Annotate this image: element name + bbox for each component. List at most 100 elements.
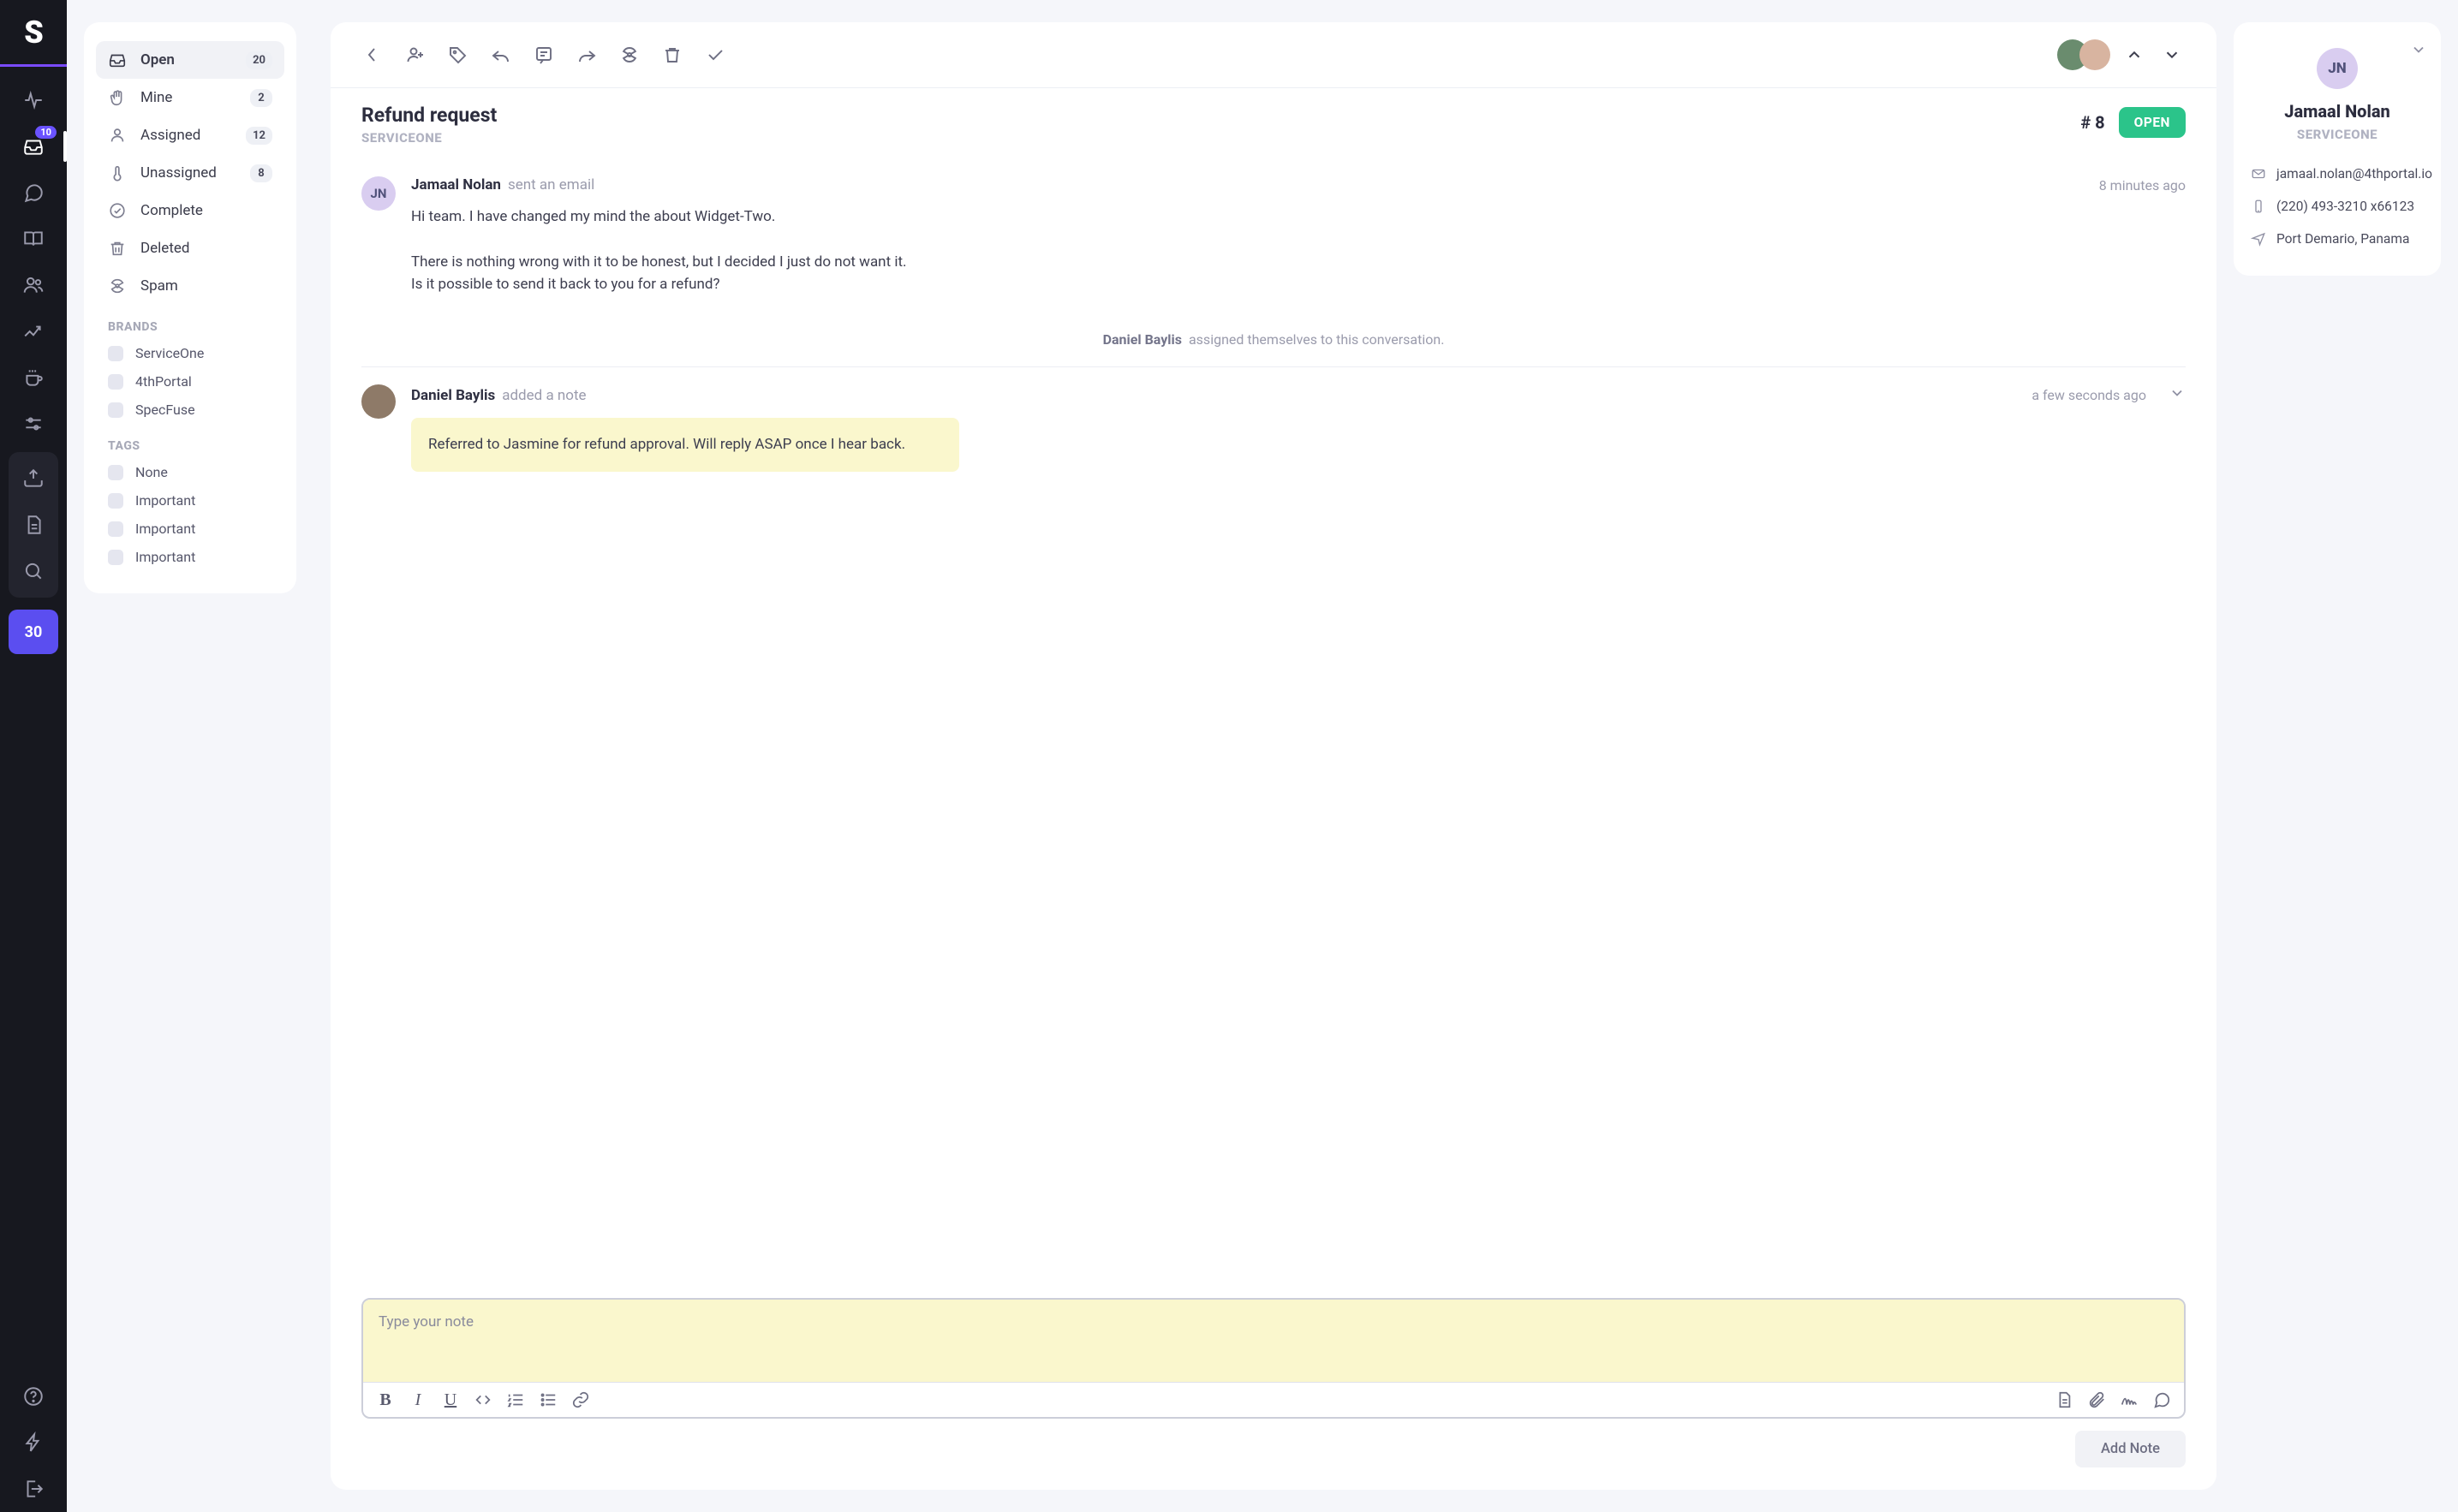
tag-item[interactable]: None [96, 458, 284, 486]
insert-canned-reply-button[interactable] [2151, 1390, 2172, 1410]
code-icon [474, 1390, 492, 1409]
format-bold-button[interactable]: B [375, 1390, 396, 1410]
brand-item[interactable]: ServiceOne [96, 339, 284, 367]
tag-item[interactable]: Important [96, 486, 284, 515]
add-note-button[interactable]: Add Note [2075, 1431, 2186, 1467]
checkbox-icon [108, 465, 123, 480]
checkbox-icon [108, 550, 123, 565]
folder-count: 2 [250, 89, 272, 107]
insert-link-button[interactable] [570, 1390, 591, 1410]
scribble-icon [2120, 1390, 2139, 1409]
forward-button[interactable] [576, 44, 598, 66]
note-button[interactable] [533, 44, 555, 66]
contact-phone-row[interactable]: (220) 493-3210 x66123 [2249, 190, 2425, 223]
avatar: JN [361, 176, 396, 211]
delete-button[interactable] [661, 44, 683, 66]
contacts-icon [22, 274, 45, 296]
folder-spam[interactable]: Spam [96, 267, 284, 305]
rail-flash[interactable] [9, 1420, 58, 1465]
avatar [2079, 39, 2110, 70]
next-conversation-button[interactable] [2158, 41, 2186, 68]
rail-settings[interactable] [9, 402, 58, 446]
folder-unassigned[interactable]: Unassigned 8 [96, 154, 284, 192]
rail-break[interactable] [9, 355, 58, 400]
spam-button[interactable] [618, 44, 641, 66]
rail-group-main: 10 [0, 67, 67, 447]
assignment-event: Daniel Baylis assigned themselves to thi… [361, 313, 2186, 367]
rail-logout[interactable] [9, 1467, 58, 1511]
rail-search[interactable] [9, 549, 58, 593]
brand-item[interactable]: 4thPortal [96, 367, 284, 396]
rail-number-chip[interactable]: 30 [9, 610, 58, 654]
contact-name: Jamaal Nolan [2249, 101, 2425, 122]
rail-chat[interactable] [9, 170, 58, 215]
format-underline-button[interactable]: U [440, 1390, 461, 1410]
trash-icon [662, 45, 683, 65]
brands-header: BRANDS [96, 305, 284, 339]
insert-signature-button[interactable] [2119, 1390, 2139, 1410]
insert-template-button[interactable] [2054, 1390, 2074, 1410]
brand-label: ServiceOne [135, 345, 204, 361]
rail-upload[interactable] [9, 456, 58, 501]
rail-knowledge[interactable] [9, 217, 58, 261]
attach-file-button[interactable] [2086, 1390, 2107, 1410]
inbox-icon [108, 51, 127, 69]
message-action: added a note [502, 387, 586, 404]
folder-complete[interactable]: Complete [96, 192, 284, 229]
contact-email-row[interactable]: jamaal.nolan@4thportal.io [2249, 158, 2425, 190]
format-code-button[interactable] [473, 1390, 493, 1410]
rail-group-footer [0, 1363, 67, 1512]
reply-button[interactable] [490, 44, 512, 66]
rail-reports[interactable] [9, 309, 58, 354]
folder-count: 8 [250, 164, 272, 182]
prev-conversation-button[interactable] [2121, 41, 2148, 68]
folder-open[interactable]: Open 20 [96, 41, 284, 79]
folder-assigned[interactable]: Assigned 12 [96, 116, 284, 154]
complete-button[interactable] [704, 44, 726, 66]
rail-help[interactable] [9, 1374, 58, 1419]
assign-button[interactable] [404, 44, 427, 66]
conversation-column: Refund request SERVICEONE # 8 OPEN JN Ja… [313, 0, 2234, 1512]
contact-avatar: JN [2317, 48, 2358, 89]
folder-deleted[interactable]: Deleted [96, 229, 284, 267]
message-action: sent an email [508, 176, 594, 193]
file-icon [2055, 1390, 2073, 1409]
format-ol-button[interactable] [505, 1390, 526, 1410]
contact-expand-button[interactable] [2410, 41, 2427, 62]
participant-avatars[interactable] [2057, 39, 2110, 70]
help-icon [22, 1385, 45, 1408]
toolbar-left [361, 44, 726, 66]
checkbox-icon [108, 346, 123, 361]
format-ul-button[interactable] [538, 1390, 558, 1410]
check-circle-icon [108, 201, 127, 220]
message-author: Jamaal Nolan [411, 176, 501, 193]
status-badge[interactable]: OPEN [2119, 107, 2186, 138]
expand-note-button[interactable] [2169, 384, 2186, 406]
folder-label: Assigned [140, 127, 232, 144]
contact-location-row[interactable]: Port Demario, Panama [2249, 223, 2425, 255]
back-button[interactable] [361, 44, 384, 66]
rail-document[interactable] [9, 503, 58, 547]
tag-item[interactable]: Important [96, 543, 284, 571]
tag-button[interactable] [447, 44, 469, 66]
speech-bubble-icon [2152, 1390, 2171, 1409]
brand-item[interactable]: SpecFuse [96, 396, 284, 424]
radiation-icon [108, 277, 127, 295]
rail-inbox[interactable]: 10 [9, 124, 58, 169]
note-body: Referred to Jasmine for refund approval.… [411, 418, 959, 471]
email-message: JN Jamaal Nolan sent an email 8 minutes … [361, 159, 2186, 313]
rail-activity[interactable] [9, 78, 58, 122]
conversation-title: Refund request [361, 104, 497, 127]
folder-mine[interactable]: Mine 2 [96, 79, 284, 116]
message-time: a few seconds ago [2031, 387, 2146, 403]
note-input[interactable]: Type your note [363, 1300, 2184, 1382]
checkbox-icon [108, 521, 123, 537]
rail-contacts[interactable] [9, 263, 58, 307]
trash-icon [108, 239, 127, 258]
reply-icon [491, 45, 511, 65]
checkbox-icon [108, 402, 123, 418]
tag-item[interactable]: Important [96, 515, 284, 543]
conversation-brand: SERVICEONE [361, 130, 497, 146]
contact-email: jamaal.nolan@4thportal.io [2276, 166, 2432, 182]
format-italic-button[interactable]: I [408, 1390, 428, 1410]
